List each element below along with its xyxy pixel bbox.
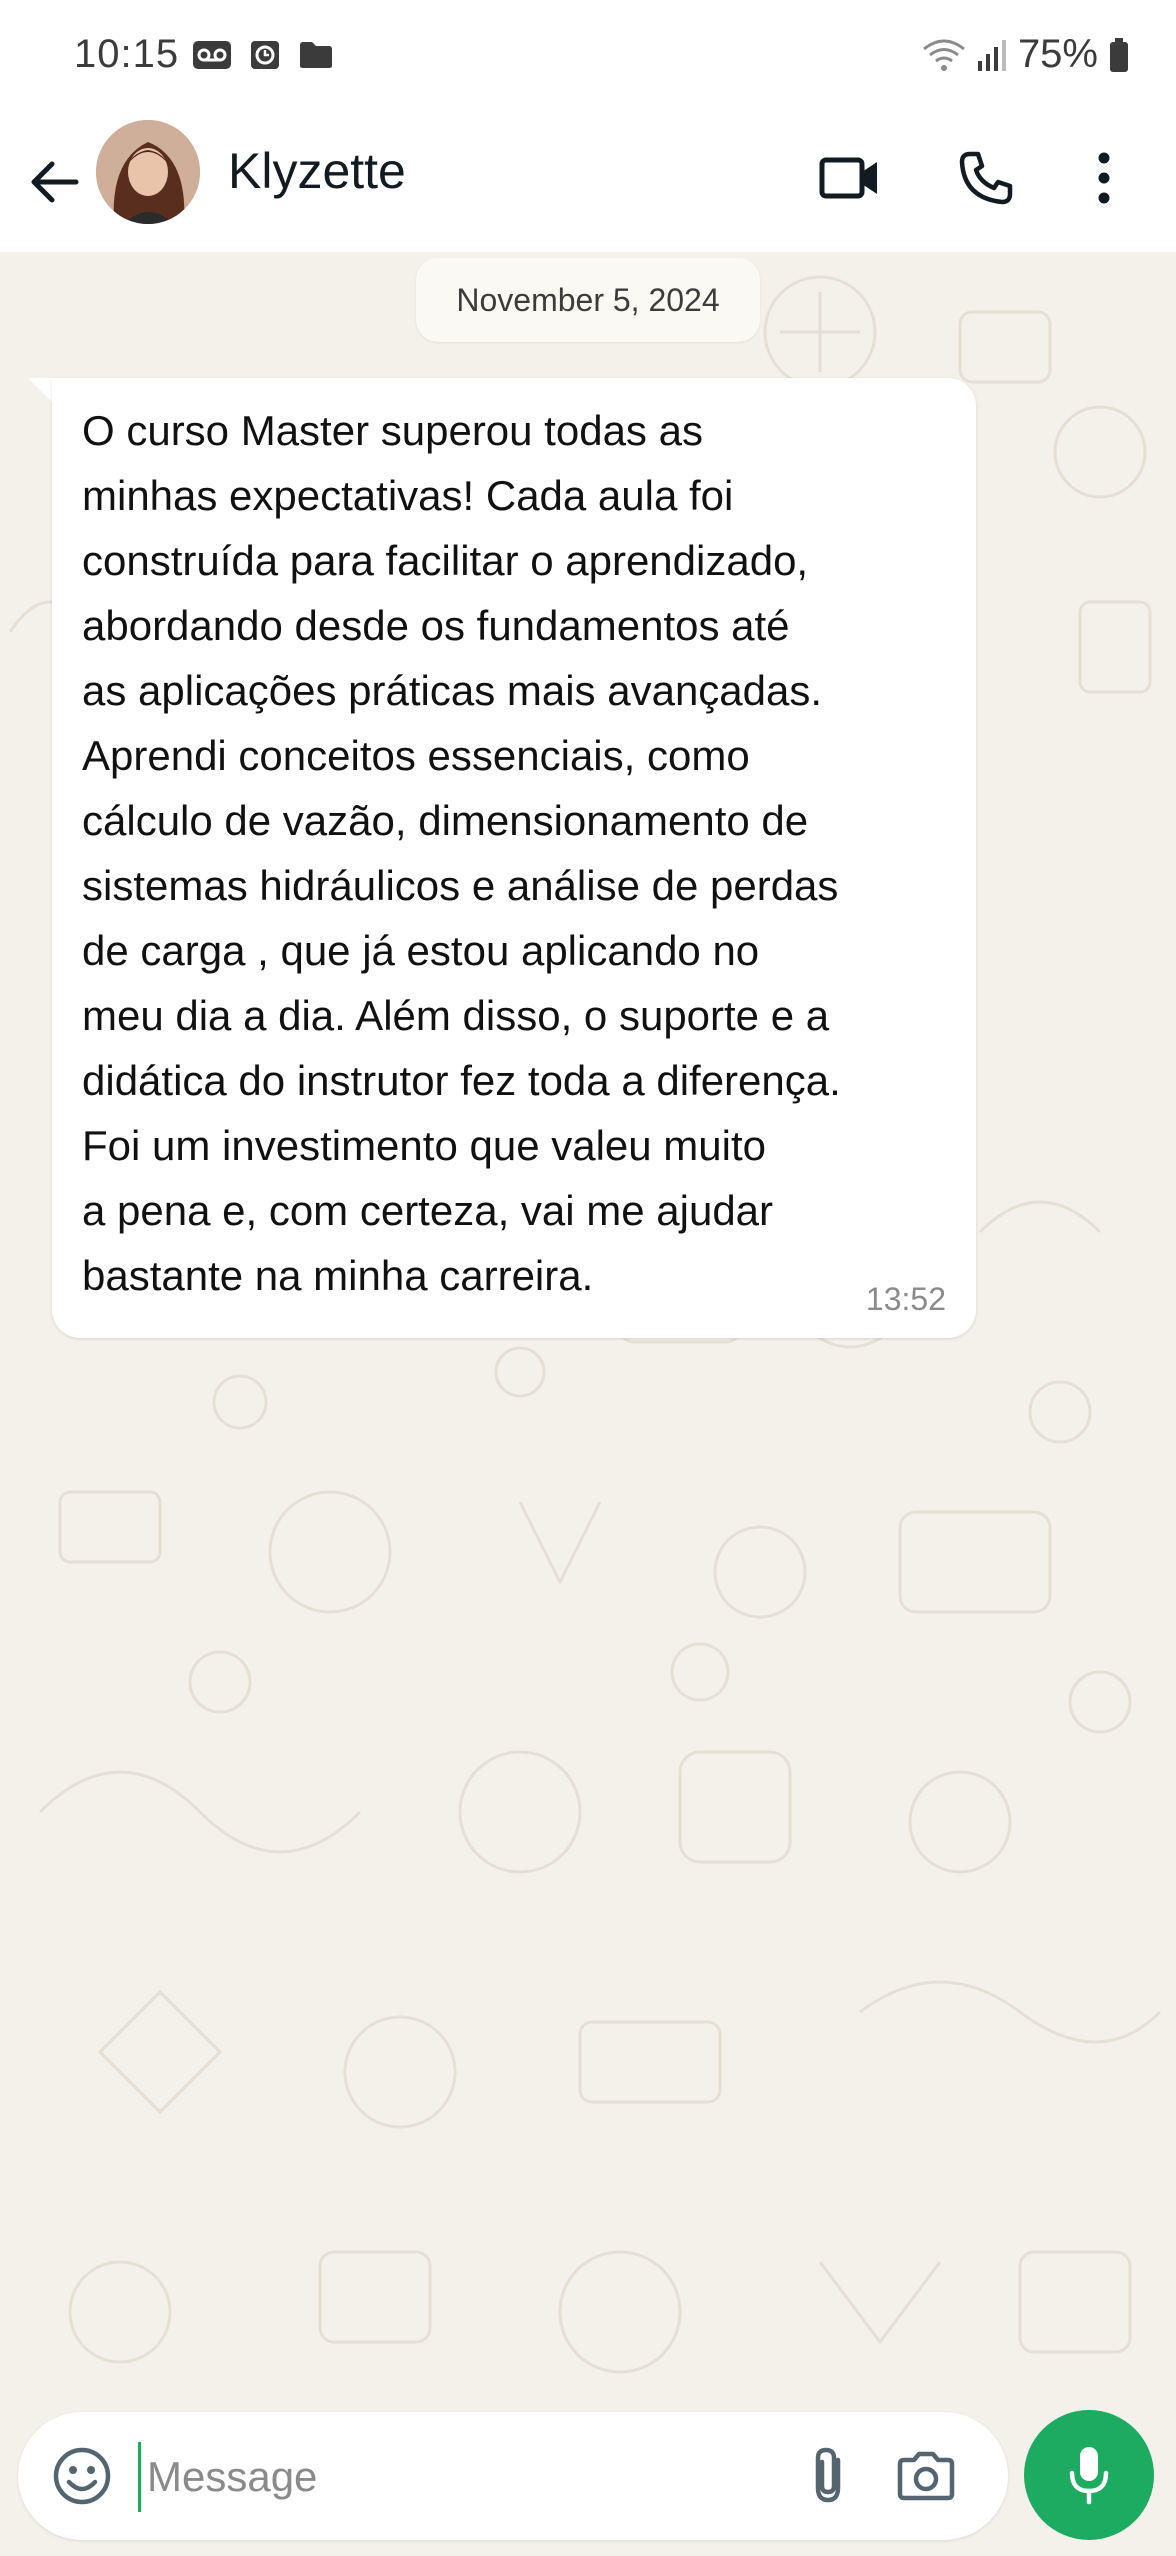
voice-call-button[interactable] [946, 138, 1026, 218]
contact-name[interactable]: Klyzette [228, 142, 406, 200]
wifi-icon [923, 39, 965, 71]
message-text: O curso Master superou todas as minhas e… [82, 407, 841, 1299]
attach-button[interactable] [788, 2436, 868, 2516]
message-timestamp: 13:52 [865, 1281, 946, 1317]
emoji-button[interactable] [42, 2436, 122, 2516]
date-chip: November 5, 2024 [416, 258, 760, 342]
mic-icon [1069, 2447, 1109, 2505]
back-button[interactable] [22, 144, 86, 220]
avatar-photo [96, 120, 200, 224]
chat-header: Klyzette [0, 112, 1176, 252]
back-arrow-icon [31, 161, 79, 203]
status-system-icons: 75% [922, 32, 1130, 77]
emoji-icon [53, 2447, 111, 2505]
battery-icon [1110, 37, 1128, 72]
chat-area[interactable]: November 5, 2024 O curso Master superou … [0, 252, 1176, 2556]
message-bubble-incoming[interactable]: O curso Master superou todas as minhas e… [52, 378, 976, 1338]
folder-icon [300, 42, 332, 68]
voicemail-icon [193, 41, 231, 69]
camera-icon [897, 2451, 955, 2501]
signal-icon [977, 39, 1006, 71]
attach-icon [815, 2447, 841, 2503]
camera-button[interactable] [886, 2436, 966, 2516]
voice-message-button[interactable] [1024, 2410, 1154, 2540]
phone-icon [959, 151, 1013, 205]
more-vert-icon [1098, 152, 1110, 204]
clock-icon [251, 41, 279, 69]
avatar[interactable] [96, 120, 200, 224]
message-input[interactable] [138, 2442, 789, 2512]
message-composer [18, 2412, 1008, 2540]
status-time: 10:15 [74, 32, 180, 76]
more-options-button[interactable] [1064, 138, 1144, 218]
video-call-icon [819, 157, 877, 199]
battery-percent: 75% [1017, 32, 1098, 76]
status-notification-icons [192, 40, 334, 70]
video-call-button[interactable] [810, 138, 890, 218]
status-bar: 10:15 75% [0, 0, 1176, 112]
